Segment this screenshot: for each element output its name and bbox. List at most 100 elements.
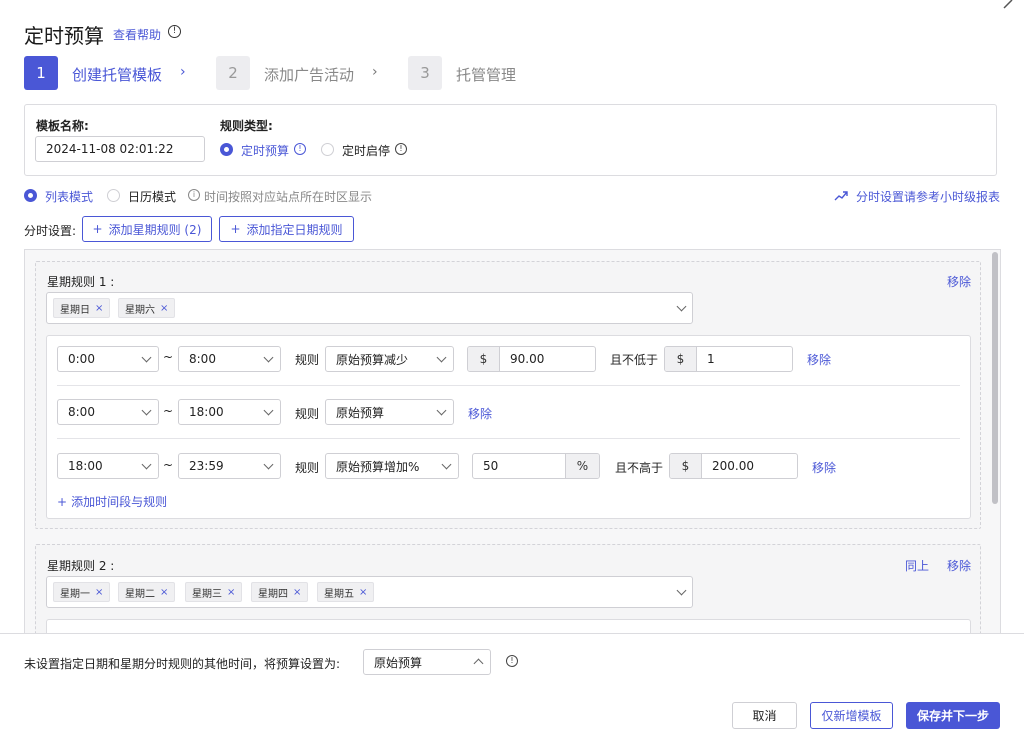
week-rule-title: 星期规则 1 : — [47, 275, 115, 289]
chevron-down-icon — [141, 459, 152, 469]
limit-label: 且不低于 — [610, 353, 659, 367]
start-time-select[interactable]: 0:00 — [57, 346, 159, 372]
radio-calendar-mode[interactable] — [107, 189, 120, 202]
chevron-down-icon — [141, 352, 152, 362]
radio-timed-start-stop-label[interactable]: 定时启停 — [342, 142, 390, 159]
info-icon[interactable]: ! — [395, 143, 407, 155]
end-time-select[interactable]: 23:59 — [178, 453, 281, 479]
radio-timed-start-stop[interactable] — [321, 143, 334, 156]
scrollbar[interactable] — [992, 252, 998, 504]
save-template-button[interactable]: 仅新增模板 — [810, 702, 893, 729]
amount-input[interactable]: $90.00 — [467, 346, 596, 372]
close-icon[interactable]: × — [293, 587, 301, 598]
rule-label: 规则 — [295, 461, 320, 475]
info-icon[interactable]: ! — [294, 143, 306, 155]
close-icon[interactable]: × — [160, 587, 168, 598]
remove-row-button[interactable]: 移除 — [468, 405, 492, 422]
range-separator: ~ — [163, 404, 174, 418]
chevron-up-icon — [473, 658, 484, 669]
close-icon[interactable] — [1000, 0, 1022, 18]
radio-timed-budget-label[interactable]: 定时预算 — [241, 142, 289, 159]
percent-input[interactable]: 50% — [472, 453, 600, 479]
add-time-row-button[interactable]: + 添加时间段与规则 — [57, 493, 167, 510]
rule-label: 规则 — [295, 407, 320, 421]
template-name-value: 2024-11-08 02:01:22 — [46, 142, 174, 156]
chevron-down-icon — [263, 352, 274, 362]
close-icon[interactable]: × — [95, 587, 103, 598]
weekday-tag: 星期四 × — [251, 582, 309, 602]
end-time-select[interactable]: 8:00 — [178, 346, 281, 372]
info-icon[interactable]: ! — [168, 25, 181, 38]
schedule-label: 分时设置: — [24, 224, 77, 238]
timezone-note: 时间按照对应站点所在时区显示 — [204, 190, 373, 204]
remove-rule-button[interactable]: 移除 — [947, 557, 971, 574]
save-next-button[interactable]: 保存并下一步 — [906, 702, 1000, 729]
close-icon[interactable]: × — [227, 587, 235, 598]
week-rule-title: 星期规则 2 : — [47, 559, 115, 573]
chevron-down-icon — [263, 405, 274, 415]
same-as-above-button[interactable]: 同上 — [905, 557, 929, 574]
hourly-report-link[interactable]: 分时设置请参考小时级报表 — [856, 188, 1000, 205]
row-divider — [57, 438, 960, 439]
range-separator: ~ — [163, 350, 174, 364]
chevron-down-icon — [436, 405, 447, 415]
budget-modal: 定时预算 查看帮助 ! 1 创建托管模板 › 2 添加广告活动 › 3 托管管理… — [0, 0, 1024, 753]
step-2-number: 2 — [216, 56, 250, 90]
weekday-tag: 星期日 × — [53, 298, 111, 318]
other-time-select[interactable]: 原始预算 — [363, 649, 491, 675]
footer-area — [0, 633, 1024, 753]
step-2-label: 添加广告活动 — [264, 66, 355, 84]
info-icon[interactable]: ! — [506, 655, 518, 667]
remove-row-button[interactable]: 移除 — [807, 351, 831, 368]
limit-input[interactable]: $200.00 — [669, 453, 798, 479]
chevron-down-icon — [436, 352, 447, 362]
start-time-select[interactable]: 18:00 — [57, 453, 159, 479]
weekday-tag: 星期六 × — [118, 298, 176, 318]
step-3-number: 3 — [408, 56, 442, 90]
step-1-label: 创建托管模板 — [72, 66, 163, 84]
close-icon[interactable]: × — [359, 587, 367, 598]
rule-select[interactable]: 原始预算减少 — [325, 346, 454, 372]
radio-list-mode-label[interactable]: 列表模式 — [45, 188, 93, 205]
remove-row-button[interactable]: 移除 — [812, 459, 836, 476]
add-date-rule-label: 添加指定日期规则 — [246, 222, 343, 237]
row-divider — [57, 385, 960, 386]
rule-select[interactable]: 原始预算 — [325, 399, 454, 425]
end-time-select[interactable]: 18:00 — [178, 399, 281, 425]
add-week-rule-button[interactable]: + 添加星期规则 (2) — [82, 216, 212, 242]
help-link[interactable]: 查看帮助 — [113, 26, 161, 43]
radio-calendar-mode-label[interactable]: 日历模式 — [128, 188, 176, 205]
range-separator: ~ — [163, 458, 174, 472]
other-time-label: 未设置指定日期和星期分时规则的其他时间，将预算设置为: — [24, 657, 341, 671]
limit-label: 且不高于 — [615, 461, 664, 475]
rule-select[interactable]: 原始预算增加% — [325, 453, 459, 479]
chevron-down-icon — [141, 405, 152, 415]
add-week-rule-label: 添加星期规则 (2) — [108, 222, 202, 237]
step-1-number: 1 — [24, 56, 58, 90]
radio-list-mode[interactable] — [24, 189, 37, 202]
chevron-right-icon: › — [180, 64, 186, 80]
rule-type-label: 规则类型: — [220, 119, 273, 133]
radio-timed-budget[interactable] — [220, 143, 233, 156]
trend-icon — [834, 190, 848, 205]
step-3-label: 托管管理 — [456, 66, 517, 84]
chevron-right-icon: › — [372, 64, 378, 80]
template-name-input[interactable]: 2024-11-08 02:01:22 — [35, 136, 205, 162]
info-icon: i — [188, 189, 200, 201]
start-time-select[interactable]: 8:00 — [57, 399, 159, 425]
plus-icon: + — [230, 222, 241, 236]
plus-icon: + — [92, 222, 103, 236]
remove-rule-button[interactable]: 移除 — [947, 273, 971, 290]
template-name-label: 模板名称: — [36, 119, 89, 133]
weekday-tag: 星期一 × — [53, 582, 111, 602]
weekday-tag: 星期二 × — [118, 582, 176, 602]
cancel-button[interactable]: 取消 — [732, 702, 797, 729]
add-date-rule-button[interactable]: + 添加指定日期规则 — [219, 216, 354, 242]
rule-label: 规则 — [295, 353, 320, 367]
limit-input[interactable]: $1 — [664, 346, 793, 372]
chevron-down-icon — [441, 459, 452, 469]
close-icon[interactable]: × — [160, 303, 168, 314]
plus-icon: + — [57, 495, 68, 509]
close-icon[interactable]: × — [95, 303, 103, 314]
add-time-row-label: 添加时间段与规则 — [71, 495, 168, 509]
